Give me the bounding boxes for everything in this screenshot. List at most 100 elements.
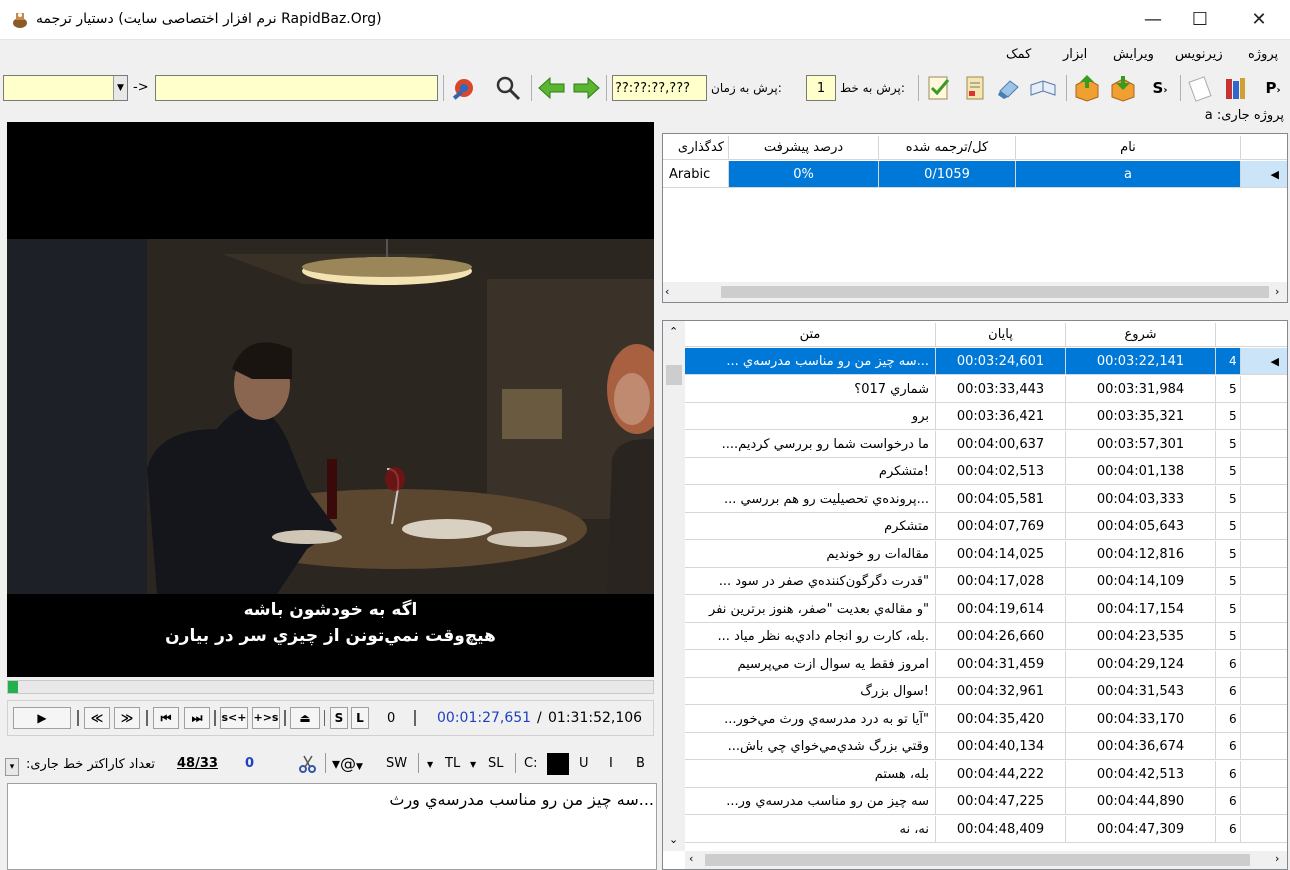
s-icon[interactable]: S› <box>1145 73 1175 103</box>
seek-bar[interactable] <box>7 680 654 694</box>
previous-button[interactable]: ⏮ <box>153 707 179 729</box>
vertical-scrollbar[interactable]: ⌃ ⌄ <box>663 321 685 851</box>
collapse-icon[interactable]: ▾ <box>5 758 19 776</box>
book-icon[interactable] <box>1028 73 1058 103</box>
video-player[interactable]: اگه به خودشون باشه هيچ‌وقت نمي‌تونن از چ… <box>7 122 654 677</box>
subtitle-start-cell[interactable]: 00:04:03,333 <box>1066 485 1216 513</box>
subtitle-number-cell[interactable]: 5 <box>1216 540 1241 568</box>
p-icon[interactable]: P› <box>1258 73 1288 103</box>
settings-tools-icon[interactable] <box>449 73 479 103</box>
subtitle-start-cell[interactable]: 00:03:57,301 <box>1066 430 1216 458</box>
subtitle-end-cell[interactable]: 00:04:48,409 <box>936 815 1066 843</box>
subtitle-text-cell[interactable]: "و مقاله‌ي بعديت "صفر، هنوز برترين نفر <box>685 595 936 623</box>
subtitle-start-cell[interactable]: 00:04:47,309 <box>1066 815 1216 843</box>
subtitle-end-cell[interactable]: 00:04:26,660 <box>936 623 1066 650</box>
subtitle-number-cell[interactable]: 6 <box>1216 760 1241 788</box>
header-encoding[interactable]: کدگذاری <box>663 136 729 160</box>
scroll-left-icon[interactable]: ‹ <box>689 852 693 865</box>
tl-dropdown-icon[interactable]: ▼ <box>427 760 433 769</box>
subtitle-start-cell[interactable]: 00:04:36,674 <box>1066 733 1216 760</box>
project-encoding-cell[interactable]: Arabic <box>663 161 729 188</box>
replace-input[interactable] <box>155 75 438 101</box>
header-progress[interactable]: درصد پیشرفت <box>729 136 879 160</box>
subtitle-text-cell[interactable]: ...پرونده‌ي تحصيليت رو هم بررسي ... <box>685 485 936 513</box>
scroll-left-icon[interactable]: ‹ <box>665 285 669 298</box>
color-swatch[interactable] <box>547 753 569 775</box>
sw-button[interactable]: SW <box>386 756 407 771</box>
subtitle-number-cell[interactable]: 4 <box>1216 348 1241 375</box>
rewind-button[interactable]: ≪ <box>84 707 110 729</box>
subtitle-number-cell[interactable]: 6 <box>1216 678 1241 705</box>
close-button[interactable]: ✕ <box>1236 0 1282 40</box>
subtitle-number-cell[interactable]: 6 <box>1216 788 1241 815</box>
header-text[interactable]: متن <box>685 323 936 347</box>
subtitle-start-cell[interactable]: 00:04:01,138 <box>1066 458 1216 485</box>
subtitle-horizontal-scrollbar[interactable]: ‹ › <box>685 851 1287 869</box>
subtitle-end-cell[interactable]: 00:04:00,637 <box>936 430 1066 458</box>
subtitle-end-cell[interactable]: 00:04:14,025 <box>936 540 1066 568</box>
subtitle-text-cell[interactable]: وقتي بزرگ شدي‌مي‌خواي چي باش... <box>685 733 936 760</box>
subtitle-number-cell[interactable]: 6 <box>1216 705 1241 733</box>
scroll-down-icon[interactable]: ⌄ <box>669 833 678 846</box>
scroll-thumb[interactable] <box>705 854 1250 866</box>
subtitle-number-cell[interactable]: 5 <box>1216 430 1241 458</box>
bold-button[interactable]: B <box>636 756 645 771</box>
eraser-icon[interactable] <box>994 73 1024 103</box>
menu-tools[interactable]: ابزار <box>1063 47 1087 62</box>
header-start[interactable]: شروع <box>1066 323 1216 347</box>
next-button[interactable]: ⏭ <box>184 707 210 729</box>
subtitle-start-cell[interactable]: 00:03:35,321 <box>1066 403 1216 430</box>
subtitle-text-cell[interactable]: شماري 017؟ <box>685 375 936 403</box>
subtitle-end-cell[interactable]: 00:04:02,513 <box>936 458 1066 485</box>
books-icon[interactable] <box>1220 73 1250 103</box>
box-export-icon[interactable] <box>1072 73 1102 103</box>
subtitle-number-cell[interactable]: 5 <box>1216 403 1241 430</box>
project-total-cell[interactable]: 0/1059 <box>879 161 1016 188</box>
subtitle-number-cell[interactable]: 5 <box>1216 623 1241 650</box>
pages-icon[interactable] <box>1186 73 1216 103</box>
menu-project[interactable]: پروژه <box>1248 47 1278 62</box>
s-button[interactable]: S <box>330 707 348 729</box>
scroll-thumb[interactable] <box>666 365 682 385</box>
scissors-icon[interactable] <box>297 753 319 775</box>
forward-button[interactable]: ≫ <box>114 707 140 729</box>
subtitle-text-cell[interactable]: ما درخواست شما رو بررسي کرديم.... <box>685 430 936 458</box>
subtitle-end-cell[interactable]: 00:03:33,443 <box>936 375 1066 403</box>
play-button[interactable]: ▶ <box>13 707 71 729</box>
subtitle-text-cell[interactable]: "قدرت دگرگون‌کننده‌ي صفر در سود ... <box>685 568 936 595</box>
subtitle-end-cell[interactable]: 00:04:47,225 <box>936 788 1066 815</box>
minimize-button[interactable]: — <box>1130 0 1176 40</box>
project-name-cell[interactable]: a <box>1016 161 1241 188</box>
subtitle-number-cell[interactable]: 5 <box>1216 458 1241 485</box>
subtitle-start-cell[interactable]: 00:04:44,890 <box>1066 788 1216 815</box>
jump-line-input[interactable] <box>806 75 836 101</box>
sl-button[interactable]: SL <box>488 756 504 771</box>
subtitle-end-cell[interactable]: 00:03:36,421 <box>936 403 1066 430</box>
box-import-icon[interactable] <box>1108 73 1138 103</box>
arrow-left-icon[interactable] <box>537 73 567 103</box>
subtitle-end-cell[interactable]: 00:04:17,028 <box>936 568 1066 595</box>
subtitle-start-cell[interactable]: 00:04:31,543 <box>1066 678 1216 705</box>
subtitle-end-cell[interactable]: 00:04:07,769 <box>936 513 1066 540</box>
subtitle-start-cell[interactable]: 00:04:33,170 <box>1066 705 1216 733</box>
maximize-button[interactable]: ☐ <box>1177 0 1223 40</box>
subtitle-number-cell[interactable]: 6 <box>1216 650 1241 678</box>
project-progress-cell[interactable]: 0% <box>729 161 879 188</box>
subtitle-text-cell[interactable]: بله، هستم <box>685 760 936 788</box>
subtitle-start-cell[interactable]: 00:03:31,984 <box>1066 375 1216 403</box>
search-icon[interactable] <box>493 73 523 103</box>
subtitle-text-editor[interactable]: سه چیز من رو مناسب مدرسه‌ي ورث... <box>7 783 657 870</box>
menu-help[interactable]: کمک <box>1006 47 1031 62</box>
jump-time-input[interactable] <box>612 75 707 101</box>
header-total-translated[interactable]: کل/ترجمه شده <box>879 136 1016 160</box>
header-end[interactable]: پایان <box>936 323 1066 347</box>
shift-start-button[interactable]: s<+ <box>220 707 248 729</box>
subtitle-end-cell[interactable]: 00:04:35,420 <box>936 705 1066 733</box>
subtitle-start-cell[interactable]: 00:04:42,513 <box>1066 760 1216 788</box>
subtitle-number-cell[interactable]: 5 <box>1216 595 1241 623</box>
underline-button[interactable]: U <box>579 756 589 771</box>
subtitle-text-cell[interactable]: !متشکرم <box>685 458 936 485</box>
header-name[interactable]: نام <box>1016 136 1241 160</box>
subtitle-text-cell[interactable]: امروز فقط يه سوال ازت مي‌پرسيم <box>685 650 936 678</box>
subtitle-text-cell[interactable]: سه چيز من رو مناسب مدرسه‌ي ور... <box>685 788 936 815</box>
